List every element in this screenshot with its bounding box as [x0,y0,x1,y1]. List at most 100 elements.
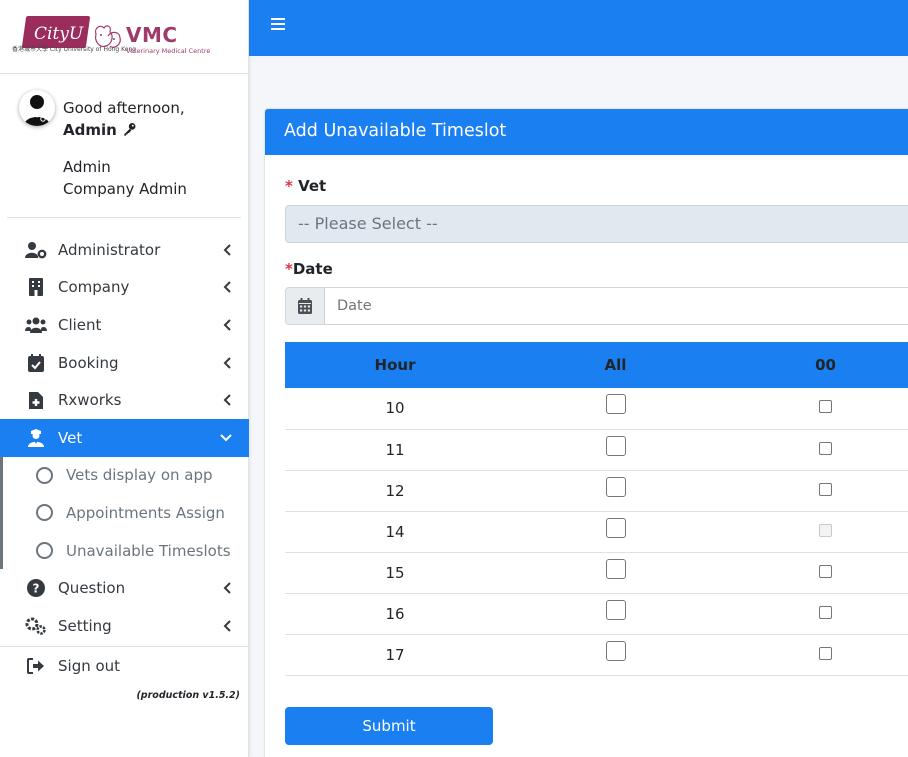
date-label-text: Date [292,260,333,278]
circle-icon [36,504,53,522]
all-checkbox[interactable] [605,435,626,456]
sidebar-subitem-appointments-assign[interactable]: Appointments Assign [3,494,249,532]
all-checkbox[interactable] [605,599,626,620]
user-role: Admin [63,158,111,176]
minute-00-checkbox[interactable] [819,564,832,578]
all-checkbox[interactable] [605,394,626,415]
sidebar-item-label: Setting [58,616,112,635]
user-company-role: Company Admin [63,180,187,198]
sidebar-subitem-label: Appointments Assign [66,503,225,522]
hour-cell: 14 [285,511,505,553]
minute-00-cell [726,388,908,430]
user-panel: Good afternoon, Admin Admin Company Admi… [7,74,241,218]
calendar-icon[interactable] [285,287,325,325]
minute-00-checkbox-disabled [819,523,832,537]
avatar[interactable] [19,90,55,126]
minute-00-checkbox[interactable] [819,646,832,660]
chevron-left-icon [223,244,231,256]
user-cog-icon [25,240,47,260]
sidebar-item-company[interactable]: Company [0,269,249,307]
sidebar-subitem-vets-display[interactable]: Vets display on app [3,457,249,495]
minute-00-checkbox[interactable] [819,441,832,455]
sidebar-item-setting[interactable]: Setting [0,607,249,645]
all-checkbox[interactable] [605,517,626,538]
sidebar-item-label: Vet [58,428,83,447]
minute-00-cell [726,470,908,512]
file-medical-icon [25,390,47,410]
timeslot-table: Hour All 00 10 11 12 14 15 16 17 [285,342,908,676]
chevron-left-icon [223,356,231,369]
brand-logos[interactable]: CityU 香港城市大學 City University of Hong Kon… [0,0,248,74]
table-header-row: Hour All 00 [285,342,908,388]
sidebar-nav: Administrator Company Client Booking Rxw… [0,231,249,685]
circle-icon [36,542,53,560]
sidebar-item-question[interactable]: ? Question [0,569,249,607]
vet-select[interactable]: -- Please Select -- [285,205,908,243]
all-checkbox[interactable] [605,476,626,497]
all-checkbox[interactable] [605,558,626,579]
sidebar-item-client[interactable]: Client [0,306,249,344]
minute-00-cell [726,429,908,471]
question-circle-icon: ? [25,578,47,598]
sidebar-item-booking[interactable]: Booking [0,344,249,382]
users-icon [25,315,47,335]
sidebar-item-rxworks[interactable]: Rxworks [0,381,249,419]
vet-label-text: Vet [298,177,327,195]
column-header-all: All [505,342,726,388]
sidebar-item-label: Question [58,579,126,598]
minute-00-cell [726,634,908,676]
table-row: 17 [285,634,908,676]
date-input-group [285,287,908,325]
hour-cell: 11 [285,429,505,471]
submit-button[interactable]: Submit [285,707,493,745]
table-row: 12 [285,470,908,512]
chevron-down-icon [220,434,232,442]
cityu-logo: CityU 香港城市大學 City University of Hong Kon… [10,14,136,60]
sign-out-link[interactable]: Sign out [0,647,249,685]
user-name: Admin [63,121,117,139]
minute-00-cell [726,552,908,594]
minute-00-checkbox[interactable] [819,400,832,414]
svg-text:?: ? [33,582,40,596]
all-checkbox[interactable] [605,640,626,661]
all-cell [505,552,726,594]
date-input[interactable] [325,287,908,325]
sidebar-subitem-label: Vets display on app [66,466,213,485]
calendar-check-icon [25,353,47,373]
sidebar-item-administrator[interactable]: Administrator [0,231,249,269]
vet-select-value: -- Please Select -- [298,214,438,233]
sidebar-subitem-label: Unavailable Timeslots [66,541,231,560]
sign-out-icon [25,656,47,676]
dog-cat-icon [95,25,121,48]
hamburger-menu-icon[interactable] [271,17,287,35]
version-label: (production v1.5.2) [136,690,240,701]
hour-cell: 16 [285,593,505,635]
all-cell [505,388,726,430]
table-row: 14 [285,511,908,553]
greeting-text: Good afternoon, [63,99,185,117]
sidebar-item-vet[interactable]: Vet [0,418,249,457]
sidebar-item-label: Rxworks [58,391,122,410]
sidebar-item-label: Client [58,315,102,334]
column-header-hour: Hour [285,342,505,388]
card-title: Add Unavailable Timeslot [265,109,908,155]
top-navbar [249,0,908,56]
key-icon[interactable] [122,122,137,136]
vet-submenu: Vets display on app Appointments Assign … [0,456,249,570]
chevron-left-icon [223,620,231,632]
required-mark: * [285,177,293,195]
hour-cell: 17 [285,634,505,676]
user-nurse-icon [25,428,47,448]
all-cell [505,634,726,676]
all-cell [505,429,726,471]
sidebar-subitem-unavailable-timeslots[interactable]: Unavailable Timeslots [3,532,249,570]
minute-00-checkbox[interactable] [819,482,832,496]
sidebar: CityU 香港城市大學 City University of Hong Kon… [0,0,249,757]
sign-out-label: Sign out [58,656,121,675]
minute-00-cell [726,593,908,635]
add-unavailable-timeslot-card: Add Unavailable Timeslot * Vet -- Please… [265,109,908,757]
required-mark: * [285,260,293,278]
table-row: 11 [285,429,908,471]
minute-00-checkbox[interactable] [819,605,832,619]
chevron-left-icon [223,394,231,406]
